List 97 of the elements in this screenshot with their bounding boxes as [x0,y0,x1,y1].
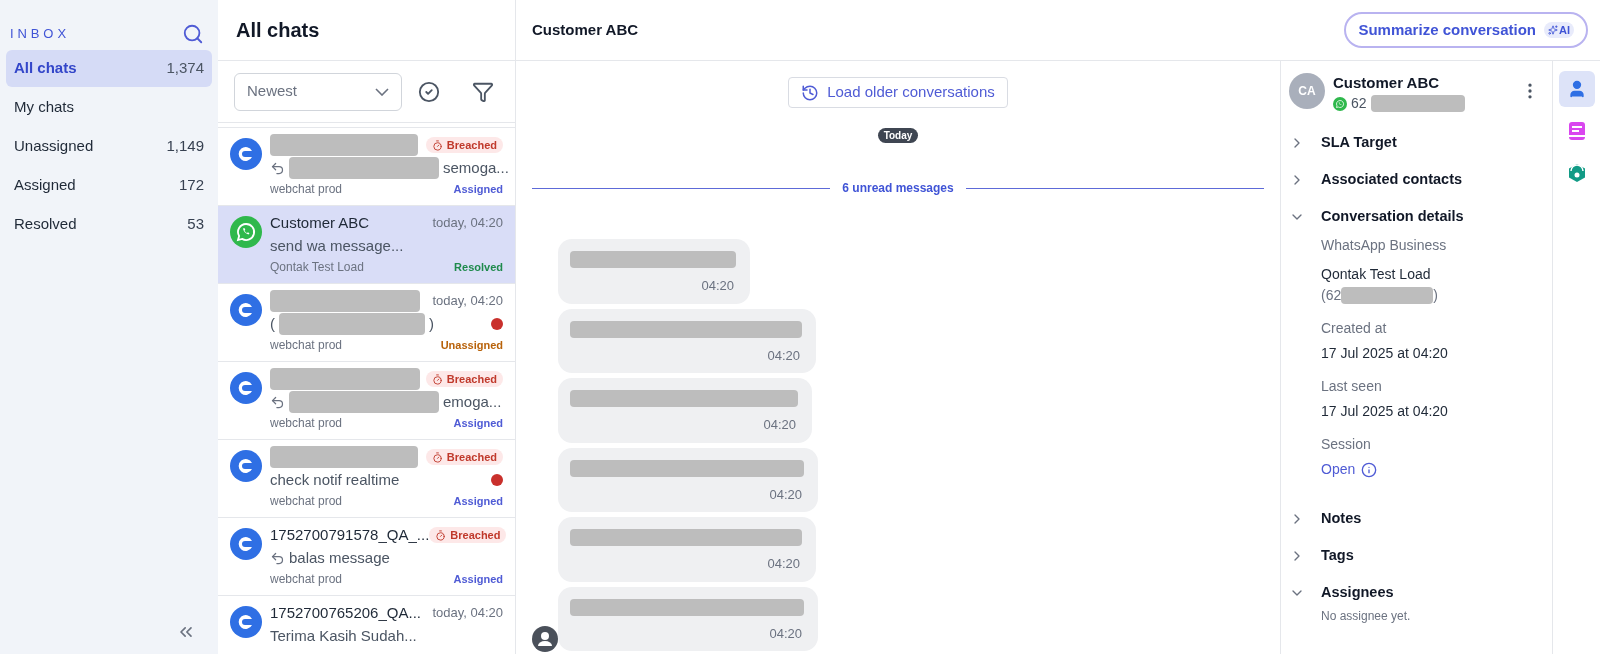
chat-status: Assigned [453,493,503,509]
message-time: 04:20 [769,485,802,504]
notebook-icon [1567,121,1586,141]
chat-preview: ( [270,313,275,334]
sidebar-tab[interactable] [1558,71,1595,107]
chat-preview: ) [429,313,434,334]
section-header[interactable]: Associated contacts [1289,161,1540,198]
chat-time: today, 04:20 [432,604,503,623]
contact-name: Customer ABC [1333,73,1441,93]
section-header[interactable]: Conversation details [1289,198,1540,235]
chat-source: webchat prod [270,415,343,432]
message-time: 04:20 [701,277,734,295]
count: 1,374 [166,58,204,79]
inbox-filter-item[interactable]: Assigned 172 [6,167,212,204]
chat-bubble-icon [230,528,262,560]
breached-badge: Breached [429,526,507,544]
phone-number: 62 [1351,94,1367,113]
chat-time: today, 04:20 [432,292,503,311]
chat-bubble-icon [230,294,262,326]
count: 53 [187,214,204,235]
chat-list-item[interactable]: Customer ABC today, 04:20 send wa message... Qontak Test Load Resolved [218,206,515,284]
field-label: Last seen [1321,377,1383,396]
summarize-button[interactable]: Summarize conversation AI [1344,12,1588,48]
chevron-down-icon [375,87,389,96]
section-header[interactable]: Tags [1289,537,1540,574]
message-time: 04:20 [767,346,800,365]
inbox-filter-item[interactable]: All chats 1,374 [6,50,212,87]
chat-bubble-icon [230,450,262,482]
unread-divider-label: 6 unread messages [842,180,954,197]
message-time: 04:20 [763,416,796,434]
section-header[interactable]: Notes [1289,500,1540,537]
conversation-title: Customer ABC [532,19,639,40]
history-icon [801,83,820,102]
chat-source: webchat prod [270,571,343,588]
chat-status: Assigned [453,415,503,431]
timer-icon [431,139,443,151]
bot-icon [1567,163,1586,183]
field-value: 17 Jul 2025 at 04:20 [1321,344,1449,363]
info-icon[interactable] [1361,461,1378,478]
phone-number: (62 [1321,286,1342,305]
breached-badge: Breached [425,370,503,388]
inbox-name: Qontak Test Load [1321,265,1432,284]
chat-source: Qontak Test Load [270,259,364,276]
count: 1,149 [166,136,204,157]
filter-icon[interactable] [472,80,494,103]
field-value: 17 Jul 2025 at 04:20 [1321,402,1449,421]
chat-source: webchat prod [270,493,343,510]
chat-preview: semoga... [443,157,509,178]
check-circle-icon[interactable] [418,80,440,103]
chat-bubble-icon [230,606,262,638]
channel-label: WhatsApp Business [1321,236,1448,255]
whatsapp-icon [1333,96,1347,111]
chat-status: Resolved [454,259,503,275]
chat-source: webchat prod [270,181,343,198]
inbox-filter-item[interactable]: Resolved 53 [6,206,212,243]
chat-time: today, 04:20 [432,214,503,233]
timer-icon [431,451,443,463]
section-header[interactable]: SLA Target [1289,124,1540,161]
ai-tag: AI [1544,21,1574,39]
contact-avatar: CA [1289,73,1325,109]
timer-icon [435,529,447,541]
sparkle-icon [1548,25,1558,35]
load-older-button[interactable]: Load older conversations [788,77,1008,108]
chat-preview: emoga... [443,391,502,412]
chat-source: webchat prod [270,337,343,354]
section-header[interactable]: Assignees [1289,574,1540,611]
empty-note: No assignee yet. [1320,608,1412,625]
breached-badge: Breached [425,136,503,154]
chat-status: Unassigned [440,337,503,353]
session-status: Open [1321,460,1356,479]
breached-badge: Breached [425,448,503,466]
chat-preview: check notif realtime [270,469,400,490]
message-time: 04:20 [769,624,802,643]
chat-preview: send wa message... [270,235,404,256]
inbox-filter-item[interactable]: My chats [6,89,212,126]
inbox-filter-item[interactable]: Unassigned 1,149 [6,128,212,165]
list-title: All chats [236,18,320,43]
message-time: 04:20 [767,555,800,573]
chat-preview: Terima Kasih Sudah... [270,625,417,646]
chat-name: 1752700765206_QA... [270,602,421,623]
chat-name: Customer ABC [270,212,370,233]
chat-name: 1752700791578_QA_... [270,524,430,545]
field-label: Created at [1321,319,1388,338]
chat-bubble-icon [230,138,262,170]
inbox-title: INBOX [10,25,70,44]
phone-number: ) [1433,286,1438,305]
chat-preview: balas message [289,547,390,568]
chat-status: Assigned [453,571,503,587]
date-chip: Today [877,128,919,143]
search-icon[interactable] [182,23,204,45]
count: 172 [178,175,204,196]
field-label: Session [1321,435,1372,454]
sort-dropdown[interactable]: Newest [234,72,402,111]
chat-status: Assigned [453,181,503,197]
timer-icon [431,373,443,385]
whatsapp-icon [230,216,262,248]
chat-bubble-icon [230,372,262,404]
